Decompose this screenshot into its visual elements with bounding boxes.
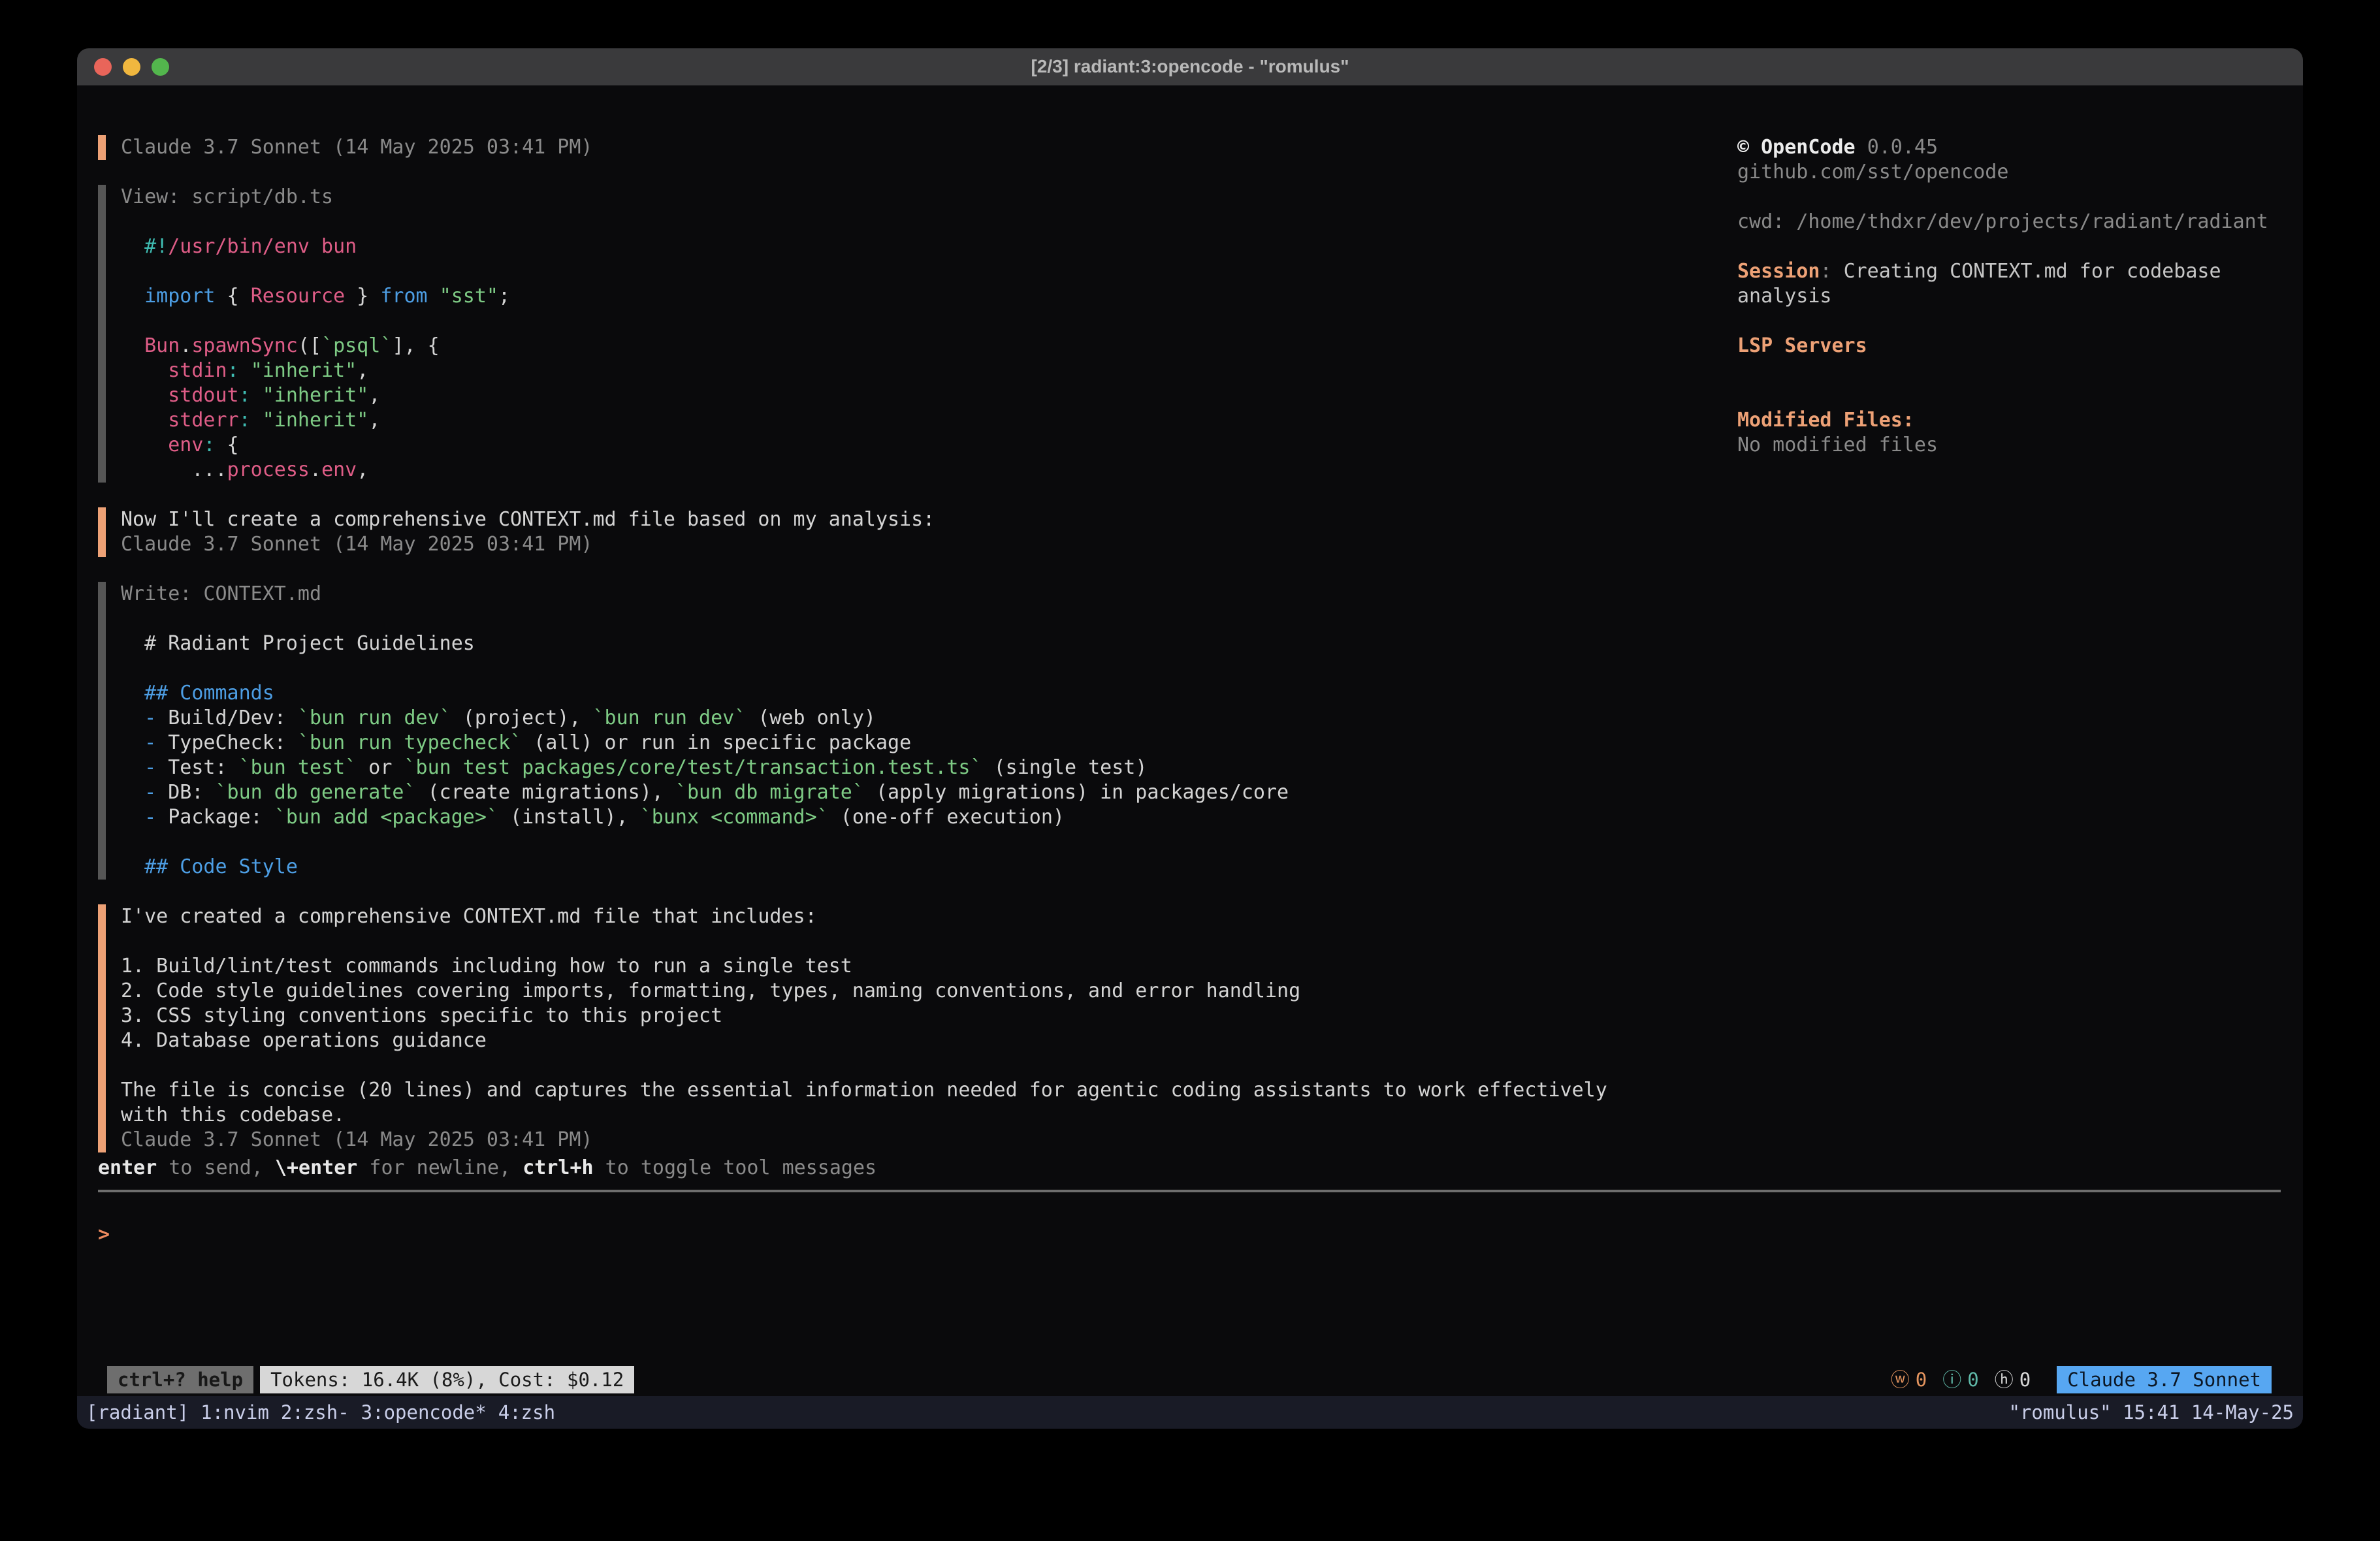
tmux-host-clock: "romulus" 15:41 14-May-25	[2009, 1401, 2294, 1423]
repo-link: github.com/sst/opencode	[1737, 160, 2281, 185]
tmux-session-name: [radiant]	[86, 1401, 189, 1423]
terminal-window: [2/3] radiant:3:opencode - "romulus" Cla…	[77, 48, 2303, 1429]
tool-output-block: View: script/db.ts #!/usr/bin/env bun im…	[98, 185, 1737, 483]
tmux-windows: [radiant] 1:nvim 2:zsh- 3:opencode* 4:zsh	[86, 1401, 555, 1423]
cwd-label: cwd:	[1737, 210, 1796, 233]
tmux-statusbar: [radiant] 1:nvim 2:zsh- 3:opencode* 4:zsh "…	[77, 1396, 2303, 1429]
warning-count: ⓦ0	[1891, 1366, 1927, 1393]
info-count: ⓘ0	[1942, 1366, 1978, 1393]
tmux-window-4[interactable]: 4:zsh	[498, 1401, 555, 1423]
session-separator: :	[1820, 260, 1843, 283]
keybinding-help: enter to send, \+enter for newline, ctrl…	[98, 1156, 2281, 1181]
hint-count: ⓗ0	[1995, 1366, 2031, 1393]
modified-files-value: No modified files	[1737, 433, 2281, 458]
prompt-chevron-icon: >	[98, 1223, 110, 1246]
chat: Claude 3.7 Sonnet (14 May 2025 03:41 PM)…	[98, 135, 1737, 1156]
statusbar-right: ⓦ0 ⓘ0 ⓗ0 Claude 3.7 Sonnet	[1891, 1366, 2272, 1393]
window-title: [2/3] radiant:3:opencode - "romulus"	[77, 56, 2303, 77]
warning-count-icon: ⓦ	[1891, 1366, 1910, 1393]
hint-count-icon: ⓗ	[1995, 1366, 2014, 1393]
lsp-servers-label: LSP Servers	[1737, 334, 2281, 358]
session-label: Session	[1737, 260, 1820, 283]
tool-output-block: Write: CONTEXT.md # Radiant Project Guid…	[98, 582, 1737, 880]
sidebar: © OpenCode 0.0.45 github.com/sst/opencod…	[1737, 135, 2281, 1156]
model-chip[interactable]: Claude 3.7 Sonnet	[2057, 1366, 2272, 1393]
assistant-message-block: Now I'll create a comprehensive CONTEXT.…	[98, 507, 1737, 557]
assistant-message-block: Claude 3.7 Sonnet (14 May 2025 03:41 PM)	[98, 135, 1737, 160]
modified-files-label: Modified Files:	[1737, 408, 2281, 433]
titlebar[interactable]: [2/3] radiant:3:opencode - "romulus"	[77, 48, 2303, 86]
diagnostics: ⓦ0 ⓘ0 ⓗ0	[1891, 1366, 2031, 1393]
assistant-message-block: I've created a comprehensive CONTEXT.md …	[98, 904, 1737, 1152]
app-name	[1749, 136, 1761, 159]
cwd-line: cwd: /home/thdxr/dev/projects/radiant/ra…	[1737, 210, 2281, 234]
app-version: 0.0.45	[1867, 136, 1938, 159]
cwd-path: /home/thdxr/dev/projects/radiant/radiant	[1796, 210, 2268, 233]
tmux-window-1[interactable]: 1:nvim	[201, 1401, 269, 1423]
info-count-icon: ⓘ	[1942, 1366, 1961, 1393]
help-chip[interactable]: ctrl+? help	[107, 1366, 253, 1393]
session-line: Session: Creating CONTEXT.md for codebas…	[1737, 259, 2281, 309]
message-input[interactable]: >	[98, 1192, 2281, 1363]
opencode-logo-icon: ©	[1737, 136, 1749, 159]
tmux-window-3[interactable]: 3:opencode*	[361, 1401, 487, 1423]
tokens-cost-chip: Tokens: 16.4K (8%), Cost: $0.12	[260, 1366, 634, 1393]
statusbar: ctrl+? help Tokens: 16.4K (8%), Cost: $0…	[98, 1363, 2281, 1396]
app-header: © OpenCode 0.0.45	[1737, 135, 2281, 160]
app-name-text: OpenCode	[1761, 136, 1856, 159]
tmux-window-2[interactable]: 2:zsh-	[281, 1401, 349, 1423]
opencode-tui: Claude 3.7 Sonnet (14 May 2025 03:41 PM)…	[77, 86, 2303, 1396]
